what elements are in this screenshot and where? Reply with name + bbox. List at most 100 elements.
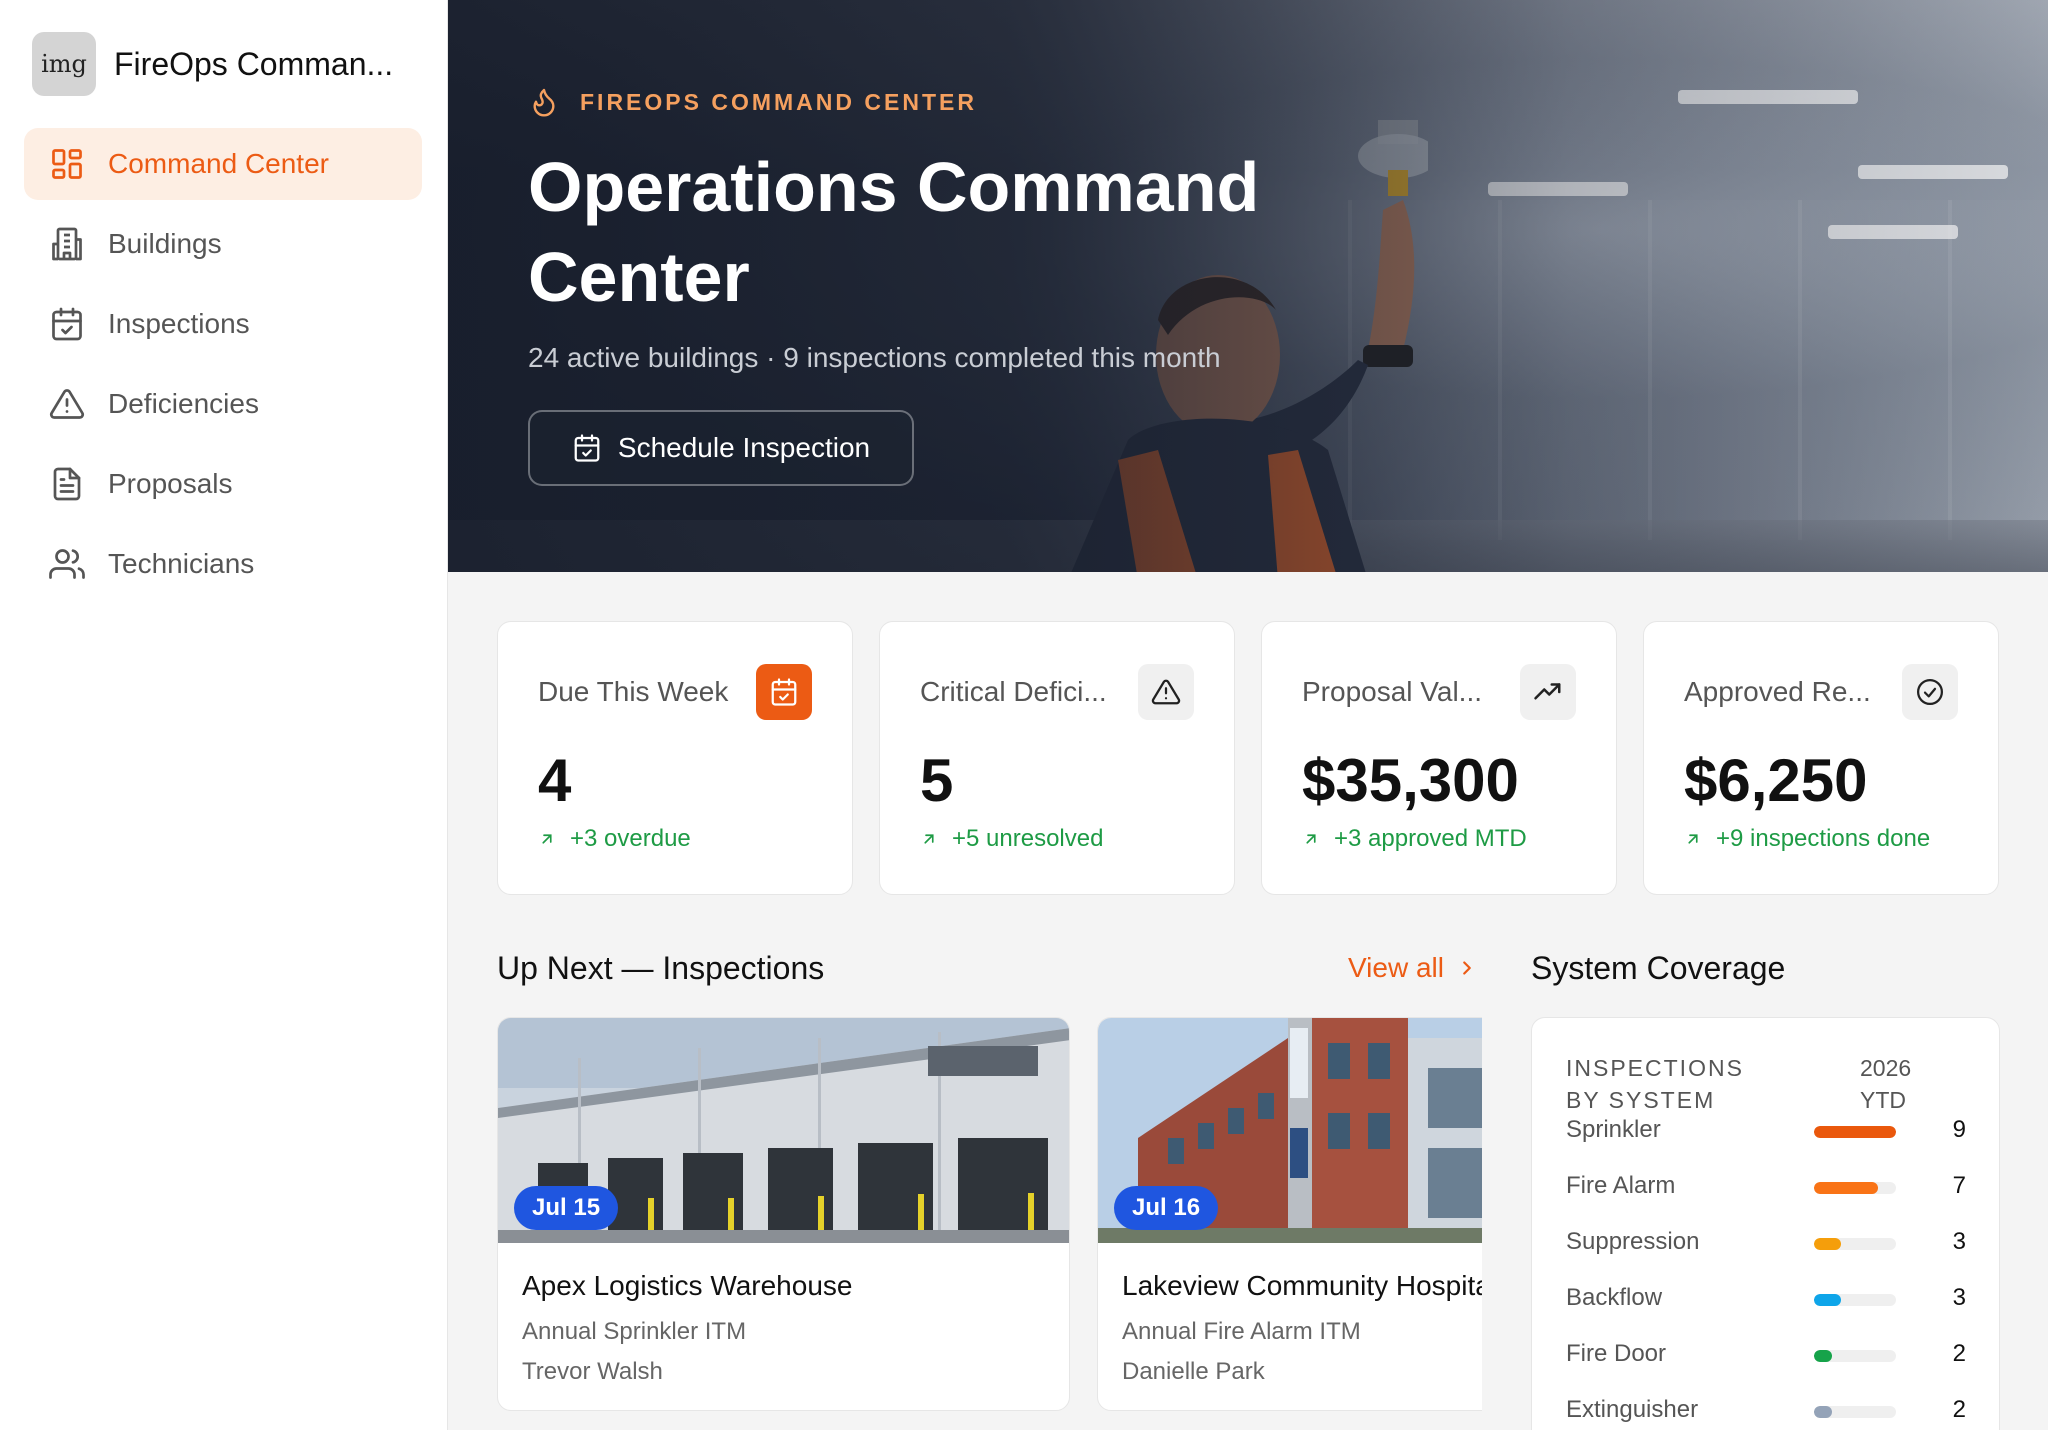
hospital-photo: Jul 16 — [1098, 1018, 1482, 1243]
coverage-bar-fill — [1814, 1238, 1842, 1250]
coverage-row: Fire Alarm 7 — [1566, 1172, 1966, 1202]
technician-name: Danielle Park — [1122, 1358, 1265, 1385]
stat-card-critical-deficiencies[interactable]: Critical Defici... 5 +5 unresolved — [879, 621, 1235, 895]
inspection-card[interactable]: Jul 15 Apex Logistics Warehouse Annual S… — [497, 1017, 1070, 1411]
view-all-link[interactable]: View all — [1348, 952, 1478, 984]
chevron-right-icon — [1456, 957, 1478, 979]
coverage-bar-track — [1814, 1126, 1896, 1138]
coverage-bar-track — [1814, 1182, 1896, 1194]
hero-subtitle: 24 active buildings · 9 inspections comp… — [528, 342, 1221, 373]
system-count: 7 — [1952, 1172, 1966, 1199]
date-badge: Jul 16 — [1114, 1186, 1219, 1230]
system-count: 3 — [1952, 1228, 1966, 1255]
dashboard-icon — [48, 145, 86, 183]
stat-trend: +3 approved MTD — [1302, 825, 1527, 853]
coverage-period: 2026 YTD — [1860, 1055, 1912, 1113]
system-name: Suppression — [1566, 1228, 1700, 1255]
up-next-title: Up Next — Inspections — [497, 950, 825, 986]
stat-label: Due This Week — [538, 676, 729, 707]
warehouse-photo: Jul 15 — [498, 1018, 1069, 1243]
stat-label: Proposal Val... — [1302, 676, 1483, 707]
sidebar-item-technicians[interactable]: Technicians — [24, 528, 422, 600]
calendar-check-icon — [48, 305, 86, 343]
users-icon — [48, 545, 86, 583]
system-name: Backflow — [1566, 1284, 1663, 1311]
stat-trend-text: +5 unresolved — [952, 825, 1104, 852]
stat-trend: +3 overdue — [538, 825, 691, 853]
stat-value: 4 — [538, 747, 572, 814]
hero-eyebrow-text: FIREOPS COMMAND CENTER — [580, 88, 977, 115]
system-count: 2 — [1952, 1396, 1966, 1423]
sidebar: img FireOps Comman... Command Center Bui… — [0, 0, 448, 1430]
calendar-check-icon — [572, 433, 602, 463]
system-count: 9 — [1952, 1116, 1966, 1143]
coverage-bar-track — [1814, 1294, 1896, 1306]
trending-up-icon — [1520, 664, 1576, 720]
sidebar-item-label: Technicians — [108, 548, 255, 579]
system-name: Sprinkler — [1566, 1116, 1661, 1143]
date-badge: Jul 15 — [514, 1186, 619, 1230]
system-coverage-card: INSPECTIONS BY SYSTEM 2026 YTD Sprinkler… — [1531, 1017, 2000, 1430]
coverage-row: Sprinkler 9 — [1566, 1116, 1966, 1146]
stat-card-approved-revenue[interactable]: Approved Re... $6,250 +9 inspections don… — [1643, 621, 1999, 895]
inspection-card[interactable]: Jul 16 Lakeview Community Hospital Annua… — [1097, 1017, 1482, 1411]
coverage-bar-fill — [1814, 1182, 1878, 1194]
stat-label: Critical Defici... — [920, 676, 1107, 707]
warning-icon — [48, 385, 86, 423]
sidebar-item-label: Proposals — [108, 468, 233, 499]
coverage-bar-fill — [1814, 1350, 1833, 1362]
sidebar-item-label: Command Center — [108, 148, 329, 179]
hero-eyebrow: FIREOPS COMMAND CENTER — [528, 84, 1288, 120]
sidebar-item-buildings[interactable]: Buildings — [24, 208, 422, 280]
stat-trend-text: +9 inspections done — [1716, 825, 1931, 852]
system-name: Fire Door — [1566, 1340, 1667, 1367]
page-title: Operations Command Center — [528, 148, 1260, 316]
inspection-type: Annual Sprinkler ITM — [522, 1318, 747, 1345]
coverage-bar-fill — [1814, 1294, 1842, 1306]
stat-card-due-this-week[interactable]: Due This Week 4 +3 overdue — [497, 621, 853, 895]
stat-card-proposal-value[interactable]: Proposal Val... $35,300 +3 approved MTD — [1261, 621, 1617, 895]
schedule-inspection-label: Schedule Inspection — [617, 432, 871, 463]
coverage-bar-track — [1814, 1238, 1896, 1250]
sidebar-nav: Command Center Buildings Inspections Def… — [24, 128, 422, 608]
building-name: Apex Logistics Warehouse — [522, 1270, 853, 1301]
system-name: Extinguisher — [1566, 1396, 1699, 1423]
building-icon — [48, 225, 86, 263]
arrow-up-right-icon — [920, 830, 938, 848]
stat-value: $35,300 — [1302, 747, 1519, 814]
arrow-up-right-icon — [1302, 830, 1320, 848]
arrow-up-right-icon — [1684, 830, 1702, 848]
coverage-row: Backflow 3 — [1566, 1284, 1966, 1314]
stat-trend: +9 inspections done — [1684, 825, 1930, 853]
stat-value: $6,250 — [1684, 747, 1868, 814]
schedule-inspection-button[interactable]: Schedule Inspection — [528, 410, 914, 486]
arrow-up-right-icon — [538, 830, 556, 848]
sidebar-item-proposals[interactable]: Proposals — [24, 448, 422, 520]
calendar-icon — [756, 664, 812, 720]
check-circle-icon — [1902, 664, 1958, 720]
brand[interactable]: img FireOps Comman... — [32, 32, 414, 96]
stat-cards: Due This Week 4 +3 overdue Critical Defi… — [497, 621, 2000, 895]
stat-trend: +5 unresolved — [920, 825, 1103, 853]
coverage-row: Fire Door 2 — [1566, 1340, 1966, 1370]
system-coverage-title: System Coverage — [1531, 950, 1786, 986]
sidebar-item-label: Deficiencies — [108, 388, 259, 419]
coverage-bar-fill — [1814, 1126, 1896, 1138]
system-name: Fire Alarm — [1566, 1172, 1676, 1199]
brand-logo: img — [32, 32, 96, 96]
coverage-bar-fill — [1814, 1406, 1833, 1418]
technician-name: Trevor Walsh — [522, 1358, 663, 1385]
system-count: 2 — [1952, 1340, 1966, 1367]
sidebar-item-inspections[interactable]: Inspections — [24, 288, 422, 360]
stat-label: Approved Re... — [1684, 676, 1871, 707]
coverage-bar-track — [1814, 1406, 1896, 1418]
app-name: FireOps Comman... — [114, 45, 394, 82]
warning-icon — [1138, 664, 1194, 720]
document-icon — [48, 465, 86, 503]
sidebar-item-label: Buildings — [108, 228, 222, 259]
hero-content: FIREOPS COMMAND CENTER Operations Comman… — [528, 84, 1288, 486]
inspection-cards: Jul 15 Apex Logistics Warehouse Annual S… — [497, 1017, 1482, 1412]
stat-trend-text: +3 overdue — [570, 825, 691, 852]
sidebar-item-deficiencies[interactable]: Deficiencies — [24, 368, 422, 440]
sidebar-item-command-center[interactable]: Command Center — [24, 128, 422, 200]
